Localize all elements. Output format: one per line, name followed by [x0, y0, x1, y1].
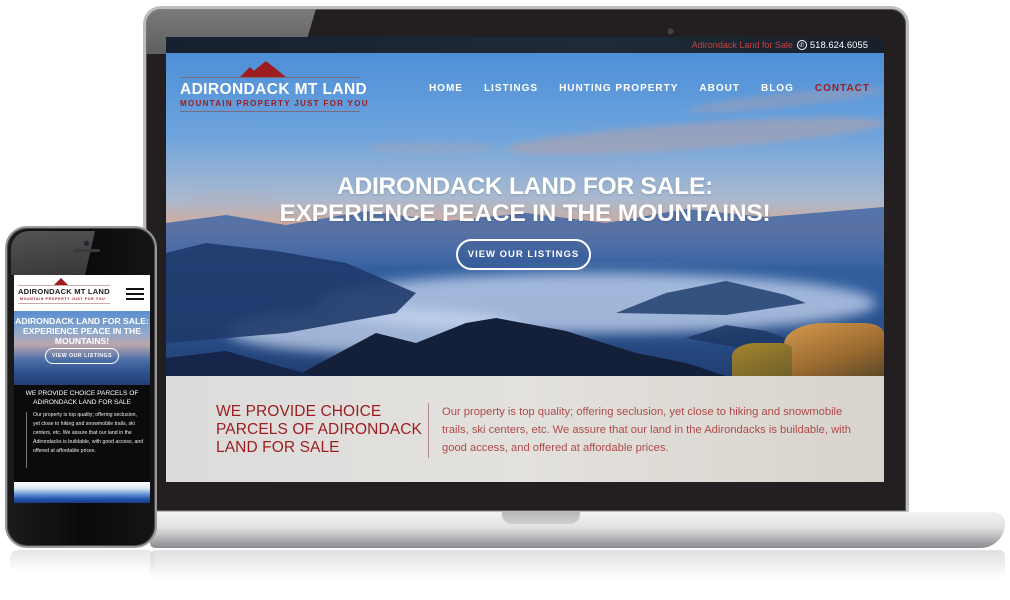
webcam-icon [668, 29, 673, 34]
cloud [505, 109, 884, 163]
hero-title: ADIRONDACK LAND FOR SALE: EXPERIENCE PEA… [166, 173, 884, 227]
mobile-info-section: WE PROVIDE CHOICE PARCELS OF ADIRONDACK … [14, 385, 150, 481]
mobile-hero: ADIRONDACK LAND FOR SALE: EXPERIENCE PEA… [14, 311, 150, 395]
logo-rule [18, 285, 110, 286]
info-heading-line1: WE PROVIDE CHOICE [216, 403, 382, 420]
mobile-info-heading: WE PROVIDE CHOICE PARCELS OF ADIRONDACK … [14, 389, 150, 407]
mobile-info-heading-line2: ADIRONDACK LAND FOR SALE [33, 399, 131, 406]
hamburger-menu-icon[interactable] [126, 288, 144, 303]
nav-blog[interactable]: BLOG [761, 83, 794, 94]
phone-icon: ✆ [796, 40, 807, 50]
logo-subtitle: MOUNTAIN PROPERTY JUST FOR YOU [180, 99, 369, 108]
laptop-reflection [150, 550, 1005, 580]
mountain-peak-icon [54, 278, 68, 285]
mobile-logo-subtitle: MOUNTAIN PROPERTY JUST FOR YOU [20, 297, 106, 301]
mobile-info-body: Our property is top quality; offering se… [33, 412, 144, 454]
mobile-hero-title-line3: MOUNTAINS! [54, 336, 110, 346]
nav-home[interactable]: HOME [429, 83, 463, 94]
logo-title: ADIRONDACK MT LAND [180, 81, 368, 98]
mobile-footer-image [14, 482, 150, 503]
nav-contact[interactable]: CONTACT [815, 83, 870, 94]
mobile-hero-title-line2: EXPERIENCE PEACE IN THE [23, 326, 141, 336]
mobile-logo-title[interactable]: ADIRONDACK MT LAND [18, 287, 110, 296]
nav-about[interactable]: ABOUT [699, 83, 740, 94]
laptop-notch [502, 512, 580, 524]
phone-reflection [10, 550, 155, 572]
phone-number-link[interactable]: 518.624.6055 [810, 40, 868, 51]
cloud [366, 143, 496, 153]
info-heading-line2: PARCELS OF ADIRONDACK [216, 421, 422, 438]
main-nav: HOME LISTINGS HUNTING PROPERTY ABOUT BLO… [429, 83, 870, 94]
info-heading: WE PROVIDE CHOICE PARCELS OF ADIRONDACK … [216, 403, 436, 457]
rock [784, 323, 884, 376]
mobile-view-listings-button[interactable]: VIEW OUR LISTINGS [45, 348, 119, 364]
phone-speaker [74, 249, 100, 252]
nav-listings[interactable]: LISTINGS [484, 83, 538, 94]
hero-section: ADIRONDACK MT LAND MOUNTAIN PROPERTY JUS… [166, 53, 884, 376]
logo-rule [180, 77, 360, 78]
nav-hunting-property[interactable]: HUNTING PROPERTY [559, 83, 678, 94]
logo-rule [18, 303, 110, 304]
top-bar: Adirondack Land for Sale ✆ 518.624.6055 [166, 37, 884, 53]
topbar-tagline: Adirondack Land for Sale [691, 40, 793, 50]
view-listings-button[interactable]: VIEW OUR LISTINGS [456, 239, 591, 270]
info-divider [428, 403, 429, 458]
phone-glare [11, 231, 95, 275]
phone-camera-icon [84, 241, 89, 246]
mobile-header: ADIRONDACK MT LAND MOUNTAIN PROPERTY JUS… [14, 275, 150, 311]
info-section: WE PROVIDE CHOICE PARCELS OF ADIRONDACK … [166, 376, 884, 482]
info-body: Our property is top quality; offering se… [442, 406, 851, 454]
mobile-info-divider [26, 412, 27, 468]
logo-rule [180, 111, 360, 112]
mobile-hero-title-line1: ADIRONDACK LAND FOR SALE: [15, 316, 149, 326]
mobile-website: ADIRONDACK MT LAND MOUNTAIN PROPERTY JUS… [14, 275, 150, 503]
desktop-website: Adirondack Land for Sale ✆ 518.624.6055 [166, 37, 884, 482]
mountain-peak-icon [246, 61, 286, 77]
hero-title-line1: ADIRONDACK LAND FOR SALE: [336, 173, 714, 200]
hero-title-line2: EXPERIENCE PEACE IN THE MOUNTAINS! [279, 200, 771, 227]
info-heading-line3: LAND FOR SALE [216, 439, 340, 456]
mobile-hero-title: ADIRONDACK LAND FOR SALE: EXPERIENCE PEA… [14, 316, 150, 346]
rock [732, 343, 792, 376]
mobile-info-heading-line1: WE PROVIDE CHOICE PARCELS OF [25, 390, 139, 397]
